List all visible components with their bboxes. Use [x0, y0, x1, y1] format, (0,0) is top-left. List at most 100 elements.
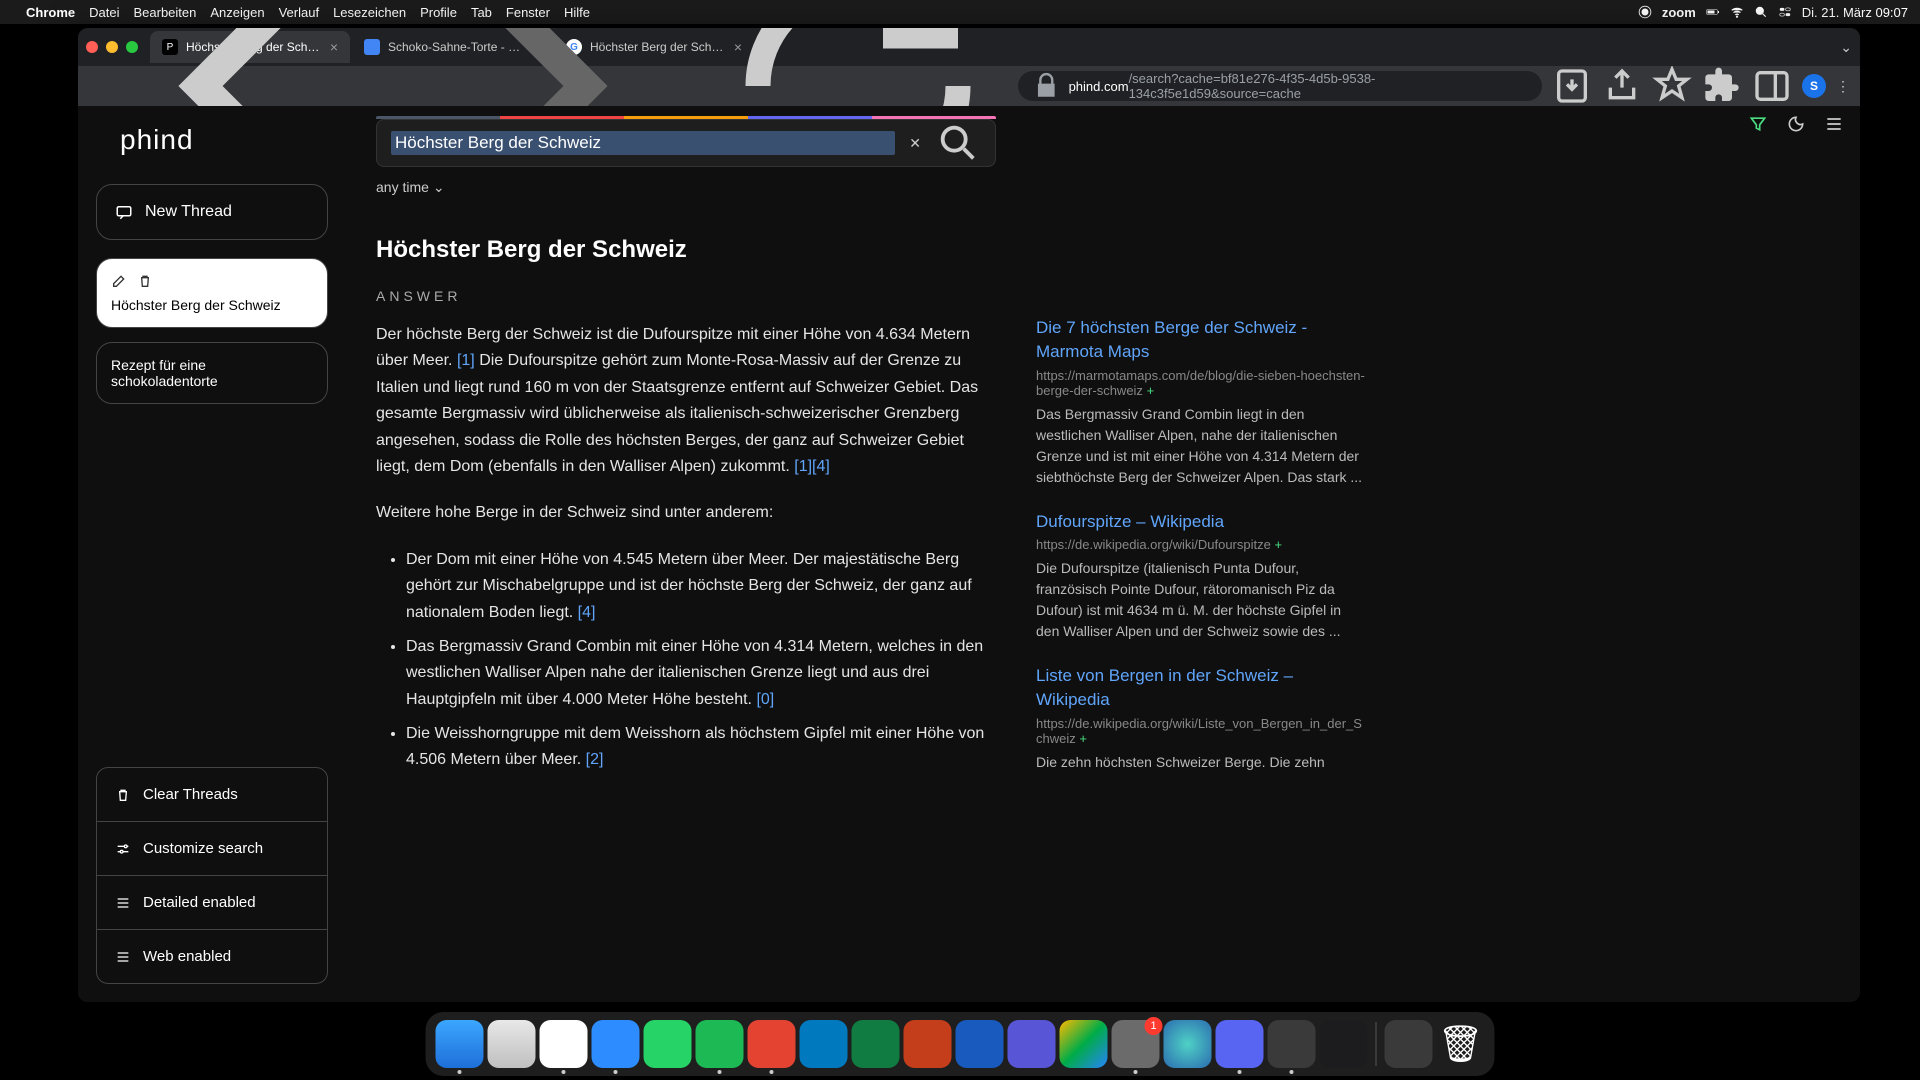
answer-text: Weitere hohe Berge in der Schweiz sind u… — [376, 500, 996, 526]
theme-toggle-icon[interactable] — [1786, 114, 1806, 134]
sidepanel-icon[interactable] — [1752, 66, 1792, 106]
filter-icon[interactable] — [1748, 114, 1768, 134]
url-domain: phind.com — [1069, 79, 1129, 94]
answer-title: Höchster Berg der Schweiz — [376, 236, 996, 264]
dock-todoist[interactable] — [748, 1020, 796, 1068]
main-content: Höchster Berg der Schweiz ✕ any time ⌄ H… — [346, 106, 1860, 1002]
edit-thread-icon[interactable] — [111, 273, 127, 289]
menu-icon[interactable]: ⋮ — [1836, 78, 1850, 95]
clear-threads-button[interactable]: Clear Threads — [96, 767, 328, 822]
spotlight-icon[interactable] — [1754, 5, 1768, 19]
menu-fenster[interactable]: Fenster — [506, 5, 550, 20]
extensions-icon[interactable] — [1702, 66, 1742, 106]
dock-whatsapp[interactable] — [644, 1020, 692, 1068]
source-description: Die zehn höchsten Schweizer Berge. Die z… — [1036, 752, 1366, 773]
menu-verlauf[interactable]: Verlauf — [279, 5, 319, 20]
menu-lesezeichen[interactable]: Lesezeichen — [333, 5, 406, 20]
menu-tab[interactable]: Tab — [471, 5, 492, 20]
phind-logo[interactable]: phind — [96, 124, 328, 156]
menu-bearbeiten[interactable]: Bearbeiten — [133, 5, 196, 20]
dock-spotify[interactable] — [696, 1020, 744, 1068]
new-thread-button[interactable]: New Thread — [96, 184, 328, 240]
page-top-actions — [1748, 114, 1844, 134]
citation-link[interactable]: [4] — [812, 458, 830, 475]
source-item: Liste von Bergen in der Schweiz – Wikipe… — [1036, 664, 1366, 773]
menu-datei[interactable]: Datei — [89, 5, 119, 20]
dock-calculator[interactable] — [1385, 1020, 1433, 1068]
install-app-icon[interactable] — [1552, 66, 1592, 106]
menu-hilfe[interactable]: Hilfe — [564, 5, 590, 20]
hamburger-menu-icon[interactable] — [1824, 114, 1844, 134]
rainbow-bar — [376, 116, 996, 119]
citation-link[interactable]: [0] — [756, 691, 774, 708]
new-thread-label: New Thread — [145, 203, 232, 221]
dock-excel[interactable] — [852, 1020, 900, 1068]
dock-trash[interactable]: 🗑 — [1437, 1020, 1485, 1068]
page-content: phind New Thread Höchster Berg der Schwe… — [78, 106, 1860, 1002]
time-filter-dropdown[interactable]: any time ⌄ — [376, 179, 996, 196]
dock-zoom[interactable] — [592, 1020, 640, 1068]
dock-siri[interactable] — [1164, 1020, 1212, 1068]
customize-search-button[interactable]: Customize search — [96, 822, 328, 876]
menubar-datetime[interactable]: Di. 21. März 09:07 — [1802, 5, 1908, 20]
expand-source-icon[interactable]: + — [1079, 731, 1087, 746]
bookmark-icon[interactable] — [1652, 66, 1692, 106]
menubar-app-name[interactable]: Chrome — [26, 5, 75, 20]
citation-link[interactable]: [1] — [794, 458, 812, 475]
web-toggle[interactable]: Web enabled — [96, 930, 328, 984]
profile-avatar[interactable]: S — [1802, 74, 1826, 98]
source-item: Die 7 höchsten Berge der Schweiz - Marmo… — [1036, 316, 1366, 488]
thread-item-active[interactable]: Höchster Berg der Schweiz — [96, 258, 328, 328]
sources-column: Die 7 höchsten Berge der Schweiz - Marmo… — [1036, 116, 1366, 1002]
answer-text: Die Dufourspitze gehört zum Monte-Rosa-M… — [376, 352, 978, 475]
search-icon[interactable] — [935, 120, 981, 166]
source-item: Dufourspitze – Wikipedia https://de.wiki… — [1036, 510, 1366, 643]
dock-settings[interactable]: 1 — [1112, 1020, 1160, 1068]
source-title-link[interactable]: Dufourspitze – Wikipedia — [1036, 510, 1366, 534]
dock-imovie[interactable] — [1008, 1020, 1056, 1068]
dock-powerpoint[interactable] — [904, 1020, 952, 1068]
dock-trello[interactable] — [800, 1020, 848, 1068]
record-icon[interactable] — [1638, 5, 1652, 19]
dock-quicktime[interactable] — [1268, 1020, 1316, 1068]
search-query-text: Höchster Berg der Schweiz — [391, 131, 895, 155]
notification-badge: 1 — [1145, 1017, 1163, 1035]
dock-word[interactable] — [956, 1020, 1004, 1068]
dock-finder[interactable] — [436, 1020, 484, 1068]
control-center-icon[interactable] — [1778, 5, 1792, 19]
source-description: Die Dufourspitze (italienisch Punta Dufo… — [1036, 558, 1366, 642]
citation-link[interactable]: [4] — [578, 604, 596, 621]
delete-thread-icon[interactable] — [137, 273, 153, 289]
detailed-toggle[interactable]: Detailed enabled — [96, 876, 328, 930]
tabs-dropdown-icon[interactable]: ⌄ — [1840, 39, 1852, 56]
source-url: https://marmotamaps.com/de/blog/die-sieb… — [1036, 368, 1366, 398]
list-item: Das Bergmassiv Grand Combin mit einer Hö… — [406, 634, 996, 713]
citation-link[interactable]: [2] — [586, 751, 604, 768]
expand-source-icon[interactable]: + — [1147, 383, 1155, 398]
source-title-link[interactable]: Liste von Bergen in der Schweiz – Wikipe… — [1036, 664, 1366, 712]
dock-safari[interactable] — [488, 1020, 536, 1068]
url-bar[interactable]: phind.com/search?cache=bf81e276-4f35-4d5… — [1018, 71, 1542, 101]
menu-anzeigen[interactable]: Anzeigen — [210, 5, 264, 20]
battery-icon[interactable] — [1706, 5, 1720, 19]
clear-search-icon[interactable]: ✕ — [909, 135, 921, 152]
dock-discord[interactable] — [1216, 1020, 1264, 1068]
search-input[interactable]: Höchster Berg der Schweiz ✕ — [376, 119, 996, 167]
answer-label: ANSWER — [376, 288, 996, 304]
browser-window: P Höchster Berg der Schweiz × Schoko-Sah… — [78, 28, 1860, 1002]
dock-drive[interactable] — [1060, 1020, 1108, 1068]
dock-voicememos[interactable] — [1320, 1020, 1368, 1068]
citation-link[interactable]: [1] — [457, 352, 475, 369]
thread-item[interactable]: Rezept für eine schokoladentorte — [96, 342, 328, 404]
source-title-link[interactable]: Die 7 höchsten Berge der Schweiz - Marmo… — [1036, 316, 1366, 364]
wifi-icon[interactable] — [1730, 5, 1744, 19]
expand-source-icon[interactable]: + — [1274, 537, 1282, 552]
macos-menubar: Chrome Datei Bearbeiten Anzeigen Verlauf… — [0, 0, 1920, 24]
dock-chrome[interactable] — [540, 1020, 588, 1068]
thread-list: Höchster Berg der Schweiz Rezept für ein… — [96, 258, 328, 418]
share-icon[interactable] — [1602, 66, 1642, 106]
menu-profile[interactable]: Profile — [420, 5, 457, 20]
chat-icon — [115, 203, 133, 221]
trash-icon — [115, 787, 131, 803]
zoom-status[interactable]: zoom — [1662, 5, 1696, 20]
